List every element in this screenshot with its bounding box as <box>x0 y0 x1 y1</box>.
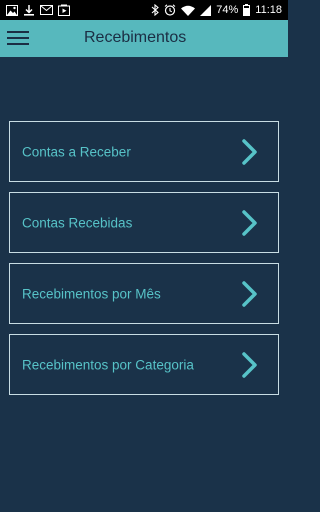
page-title: Recebimentos <box>84 29 187 46</box>
menu-item-label: Contas Recebidas <box>22 215 133 230</box>
chevron-right-icon <box>242 280 257 307</box>
menu-item-label: Contas a Receber <box>22 144 131 159</box>
chevron-right-icon <box>242 351 257 378</box>
battery-icon <box>243 4 251 16</box>
chevron-right-icon <box>242 209 257 236</box>
gallery-icon <box>6 4 18 16</box>
play-store-icon <box>58 4 70 16</box>
alarm-icon <box>164 4 176 16</box>
menu-item-contas-recebidas[interactable]: Contas Recebidas <box>9 192 279 253</box>
bluetooth-icon <box>151 4 160 16</box>
battery-percent: 74% <box>216 4 239 16</box>
app-bar: Recebimentos <box>0 20 288 57</box>
menu-item-label: Recebimentos por Mês <box>22 286 161 301</box>
status-bar: 74% 11:18 <box>0 0 288 20</box>
status-right: 74% 11:18 <box>151 4 282 16</box>
download-icon <box>23 4 35 16</box>
status-time: 11:18 <box>255 4 282 16</box>
signal-icon <box>200 4 212 16</box>
chevron-right-icon <box>242 138 257 165</box>
menu-item-recebimentos-por-categoria[interactable]: Recebimentos por Categoria <box>9 334 279 395</box>
menu-item-label: Recebimentos por Categoria <box>22 357 194 372</box>
status-left <box>6 4 70 16</box>
mail-icon <box>40 5 53 15</box>
wifi-icon <box>181 5 196 16</box>
menu-item-contas-a-receber[interactable]: Contas a Receber <box>9 121 279 182</box>
hamburger-menu-icon[interactable] <box>6 26 30 50</box>
menu-item-recebimentos-por-mes[interactable]: Recebimentos por Mês <box>9 263 279 324</box>
